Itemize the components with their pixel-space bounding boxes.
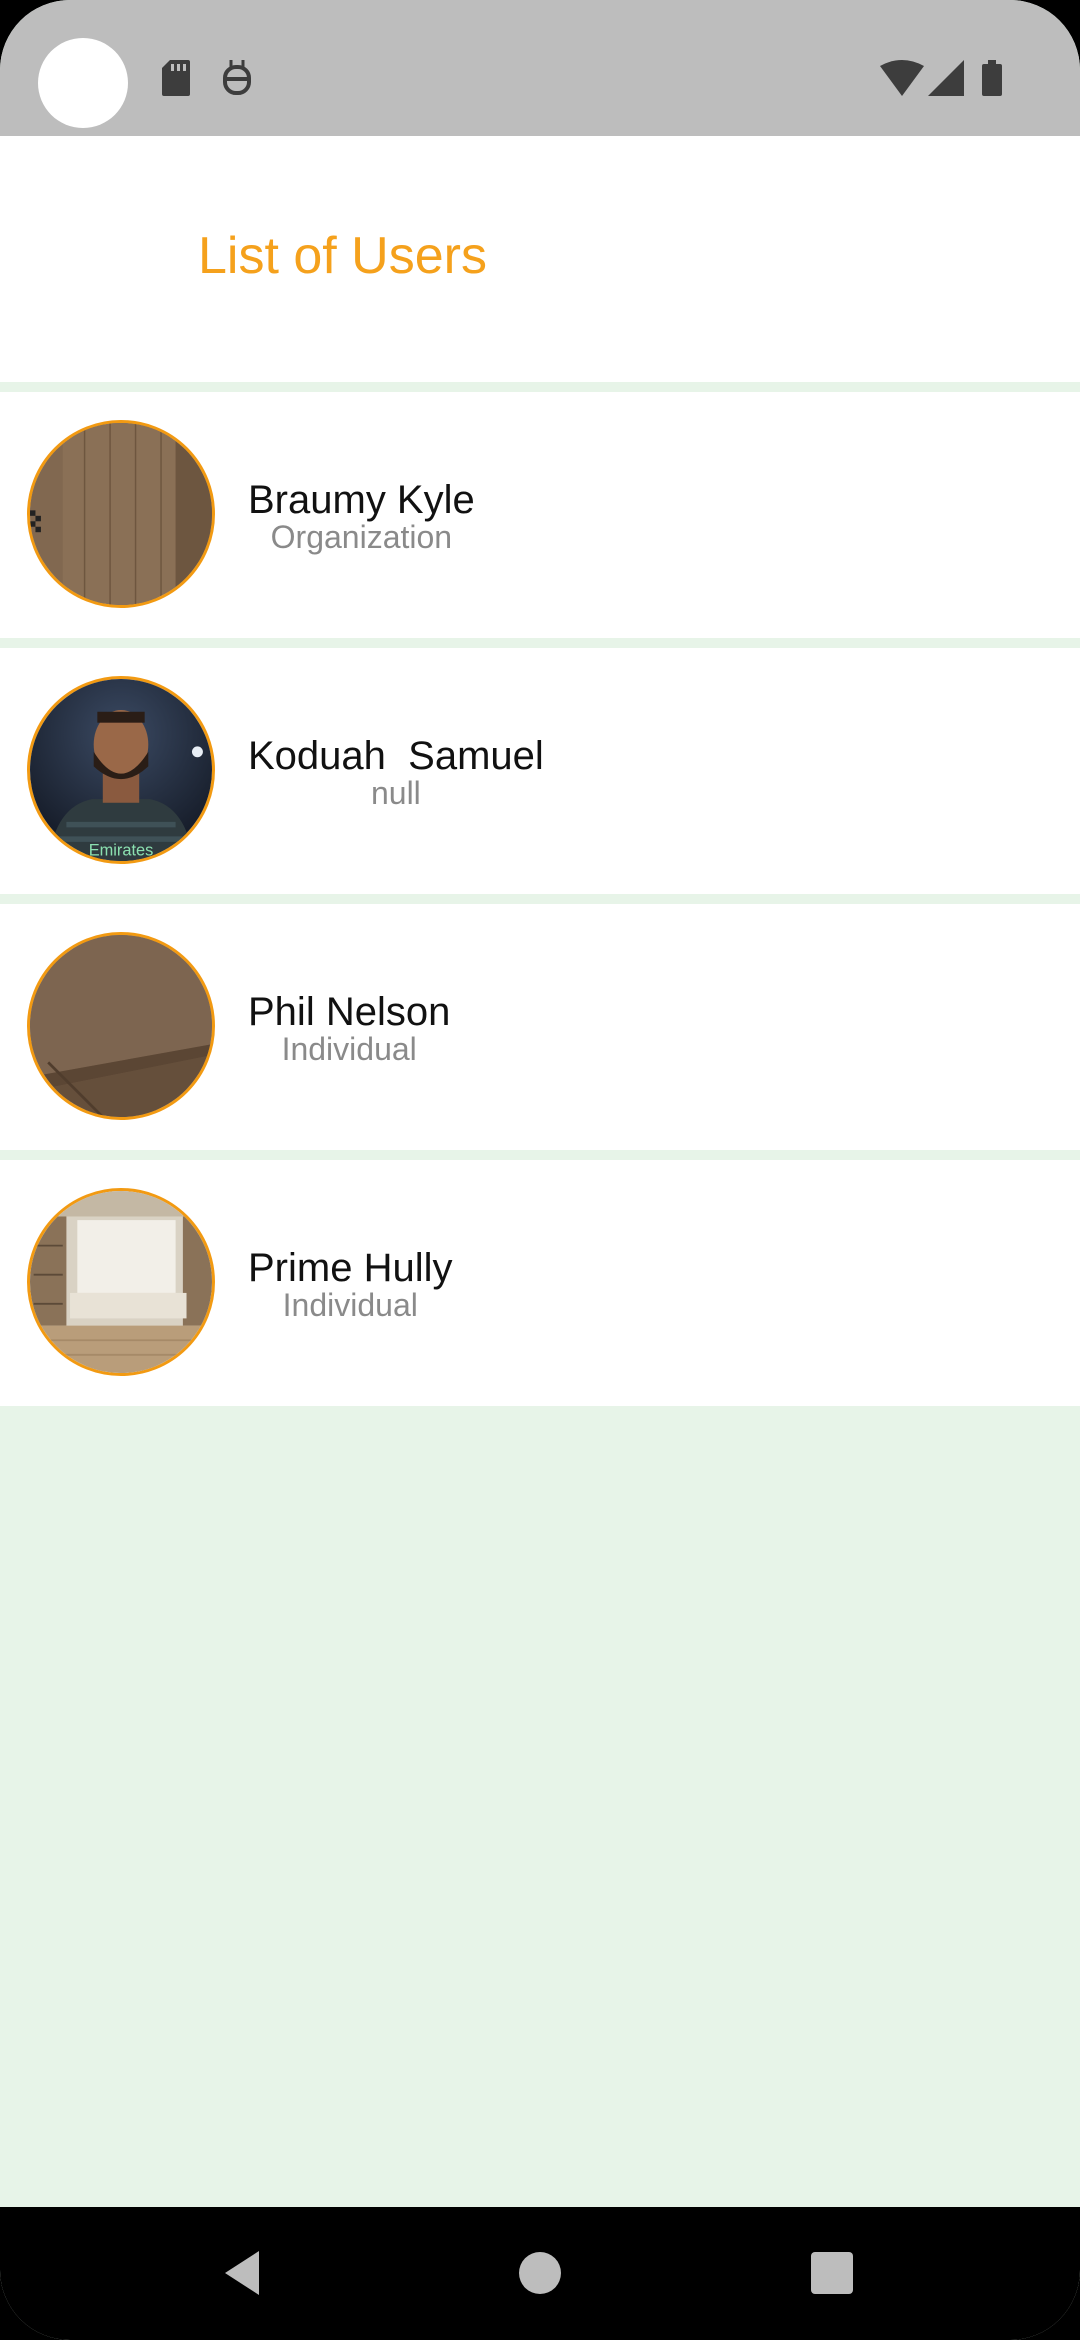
wood-ceiling-photo [30,935,212,1117]
footballer-photo: Emirates [30,679,212,861]
battery-icon [982,60,1002,96]
user-list-item[interactable]: Prime Hully Individual [0,1160,1080,1406]
user-type: Individual [282,1287,418,1323]
sd-card-icon [162,60,190,96]
back-icon[interactable] [215,2243,275,2303]
user-list-item[interactable]: Braumy Kyle Organization [0,392,1080,638]
svg-text:Emirates: Emirates [89,842,154,860]
page-title: List of Users [198,227,487,285]
avatar [27,932,215,1120]
user-name: Braumy Kyle [248,478,475,522]
user-type: null [370,775,421,811]
user-text: Koduah Samuel null [248,734,544,811]
phone-screen: List of Users Braumy Kyle Organization E… [0,0,1080,2340]
avatar [27,1188,215,1376]
robot-icon [222,60,252,96]
user-list-item[interactable]: Emirates Koduah Samuel null [0,648,1080,894]
camera-cutout [38,38,128,128]
home-icon[interactable] [510,2243,570,2303]
user-list[interactable]: Braumy Kyle Organization Emirates Koduah… [0,392,1080,1416]
status-bar [0,0,1080,136]
navigation-bar [0,2207,1080,2340]
recents-icon[interactable] [802,2243,862,2303]
bedroom-photo [30,1191,212,1373]
user-name: Koduah Samuel [248,734,544,778]
user-type: Organization [270,519,453,555]
wifi-icon [880,60,924,96]
user-name: Prime Hully [248,1246,453,1290]
avatar: Emirates [27,676,215,864]
app-header: List of Users [0,136,1080,382]
user-type: Individual [281,1031,417,1067]
user-text: Prime Hully Individual [248,1246,453,1323]
avatar [27,420,215,608]
user-list-item[interactable]: Phil Nelson Individual [0,904,1080,1150]
cellular-signal-icon [928,60,964,96]
user-name: Phil Nelson [248,990,451,1034]
room-door-photo [30,423,212,605]
user-text: Phil Nelson Individual [248,990,451,1067]
user-text: Braumy Kyle Organization [248,478,475,555]
